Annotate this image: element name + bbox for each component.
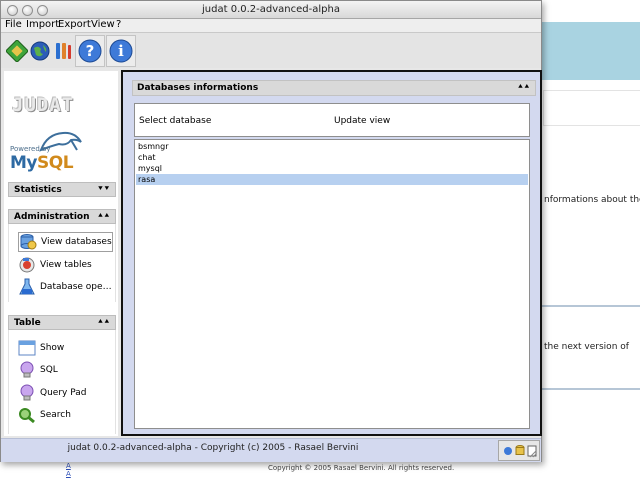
menu-view[interactable]: View bbox=[91, 19, 115, 31]
sidebar-item-label: Show bbox=[40, 343, 65, 353]
menu-bar: File Import Export View ? bbox=[1, 19, 541, 32]
status-bar: judat 0.0.2-advanced-alpha - Copyright (… bbox=[1, 438, 541, 462]
background-banner bbox=[540, 22, 640, 80]
settings-tools-icon bbox=[56, 43, 71, 59]
menu-file[interactable]: File bbox=[5, 19, 22, 31]
sidebar-item-query-pad[interactable]: Query Pad bbox=[18, 383, 113, 403]
toolbar: ? i bbox=[1, 32, 541, 68]
sidebar-item-label: Database operati... bbox=[40, 282, 113, 292]
databases-panel-header[interactable]: Databases informations ⯅⯅ bbox=[132, 80, 536, 96]
background-copyright: Copyright © 2005 Rasael Bervini. All rig… bbox=[268, 464, 455, 472]
panel-title: Databases informations bbox=[137, 83, 259, 93]
search-arrow-icon bbox=[19, 408, 35, 424]
sidebar-item-view-databases[interactable]: View databases bbox=[18, 232, 113, 252]
menu-import[interactable]: Import bbox=[26, 19, 59, 31]
database-list[interactable]: bsmngr chat mysql rasa bbox=[134, 139, 530, 429]
toolbar-settings-button[interactable] bbox=[48, 35, 78, 67]
background-rule bbox=[540, 305, 640, 307]
database-list-item-selected[interactable]: rasa bbox=[136, 174, 528, 185]
flask-icon bbox=[19, 278, 35, 295]
select-database-label: Select database bbox=[139, 116, 212, 126]
title-bar: judat 0.0.2-advanced-alpha bbox=[1, 1, 541, 19]
sidebar-item-search[interactable]: Search bbox=[18, 405, 113, 425]
background-box bbox=[543, 90, 640, 126]
chevron-up-icon[interactable]: ⯅⯅ bbox=[97, 211, 110, 221]
window-title: judat 0.0.2-advanced-alpha bbox=[202, 4, 340, 15]
judat-logo: JUDAT bbox=[12, 94, 75, 116]
status-text: judat 0.0.2-advanced-alpha - Copyright (… bbox=[67, 443, 359, 453]
background-link[interactable]: A bbox=[66, 470, 76, 478]
database-list-item[interactable]: mysql bbox=[136, 163, 528, 174]
network-icon bbox=[504, 447, 512, 455]
toolbar-help-button[interactable]: ? bbox=[75, 35, 105, 67]
sidebar-item-view-tables[interactable]: View tables bbox=[18, 255, 113, 275]
database-icon bbox=[515, 445, 525, 455]
update-view-label[interactable]: Update view bbox=[334, 116, 390, 126]
chevron-up-icon[interactable]: ⯅⯅ bbox=[517, 82, 530, 92]
background-link[interactable]: A bbox=[66, 462, 76, 470]
database-selector: Select database Update view bbox=[134, 103, 530, 137]
help-question-icon: ? bbox=[78, 39, 102, 63]
lightbulb-icon bbox=[20, 384, 34, 401]
sidebar-item-label: Query Pad bbox=[40, 388, 87, 398]
mysql-logo: Powered by MySQL bbox=[7, 128, 87, 173]
tables-icon bbox=[19, 257, 35, 273]
sidebar-item-label: SQL bbox=[40, 365, 58, 375]
database-list-item[interactable]: chat bbox=[136, 152, 528, 163]
chevron-down-icon[interactable]: ⯆⯆ bbox=[97, 184, 110, 194]
sidebar: JUDAT Powered by MySQL Statistics ⯆⯆ Adm… bbox=[4, 71, 118, 436]
main-content: Databases informations ⯅⯅ Select databas… bbox=[121, 70, 542, 436]
section-administration-header[interactable]: Administration ⯅⯅ bbox=[8, 209, 116, 224]
toolbar-info-button[interactable]: i bbox=[106, 35, 136, 67]
sidebar-item-label: View tables bbox=[40, 260, 92, 270]
mysql-wordmark: MySQL bbox=[10, 153, 74, 173]
database-view-icon bbox=[20, 234, 37, 250]
sidebar-item-show[interactable]: Show bbox=[18, 338, 113, 358]
sidebar-item-label: View databases bbox=[41, 237, 112, 247]
chevron-up-icon[interactable]: ⯅⯅ bbox=[97, 317, 110, 327]
section-title: Table bbox=[14, 318, 41, 328]
sidebar-item-sql[interactable]: SQL bbox=[18, 360, 113, 380]
menu-help[interactable]: ? bbox=[116, 19, 121, 31]
sidebar-item-label: Search bbox=[40, 410, 71, 420]
lightbulb-icon bbox=[20, 361, 34, 378]
menu-export[interactable]: Export bbox=[58, 19, 91, 31]
section-administration-body: View databases View tables Database oper… bbox=[8, 224, 116, 302]
background-text-2: the next version of bbox=[544, 342, 629, 352]
sidebar-item-database-operations[interactable]: Database operati... bbox=[18, 277, 113, 297]
info-icon: i bbox=[109, 39, 133, 63]
background-rule bbox=[540, 388, 640, 390]
background-text-1: nformations about the bbox=[544, 195, 640, 205]
app-window: judat 0.0.2-advanced-alpha File Import E… bbox=[0, 0, 542, 462]
section-table-header[interactable]: Table ⯅⯅ bbox=[8, 315, 116, 330]
background-links: A A bbox=[66, 462, 76, 480]
window-icon bbox=[18, 340, 36, 356]
section-statistics-header[interactable]: Statistics ⯆⯆ bbox=[8, 182, 116, 197]
svg-text:?: ? bbox=[86, 42, 95, 60]
database-list-item[interactable]: bsmngr bbox=[136, 141, 528, 152]
resize-grip-icon[interactable] bbox=[529, 450, 537, 458]
status-icons bbox=[498, 440, 540, 461]
section-title: Statistics bbox=[14, 185, 62, 195]
section-table-body: Show SQL Query Pad Search bbox=[8, 330, 116, 434]
svg-text:i: i bbox=[118, 42, 124, 60]
powered-by-label: Powered by bbox=[10, 145, 51, 153]
section-title: Administration bbox=[14, 212, 90, 222]
